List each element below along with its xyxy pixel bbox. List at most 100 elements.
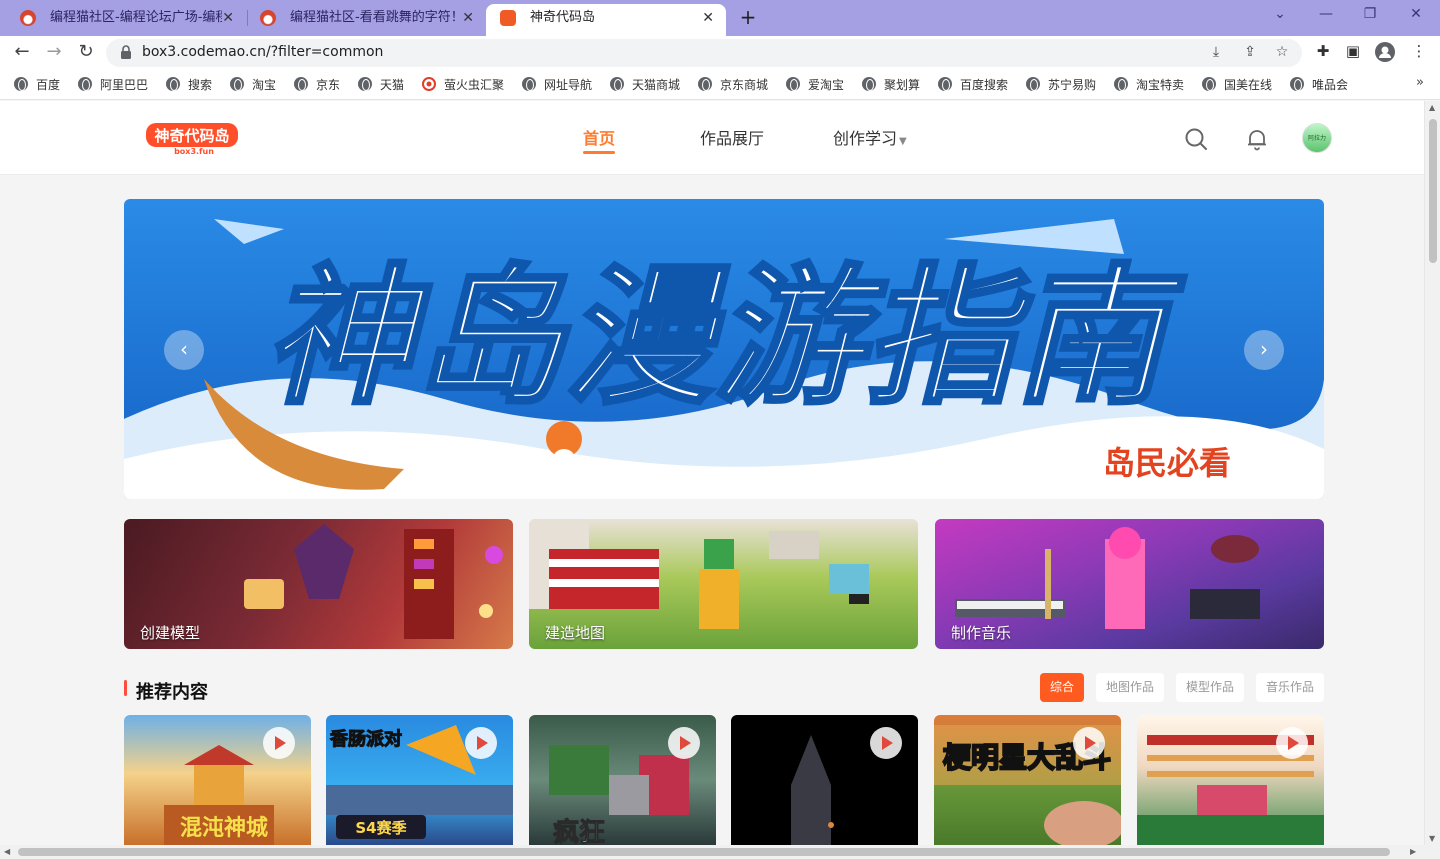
nav-learn[interactable]: 创作学习 ▼: [833, 125, 907, 149]
globe-icon: [1026, 77, 1040, 91]
play-icon[interactable]: [1073, 727, 1105, 759]
scroll-right-arrow-icon[interactable]: ▶: [1410, 847, 1416, 856]
bookmark-item[interactable]: 爱淘宝: [786, 76, 844, 93]
close-tab-icon[interactable]: ✕: [222, 4, 234, 32]
tab-codemao-forum[interactable]: 编程猫社区-编程论坛广场-编程学 ✕: [6, 4, 246, 36]
globe-icon: [1202, 77, 1216, 91]
bookmark-item[interactable]: 京东商城: [698, 76, 768, 93]
horizontal-scrollbar[interactable]: ◀ ▶: [0, 845, 1440, 859]
bookmark-item[interactable]: 天猫商城: [610, 76, 680, 93]
profile-icon[interactable]: [1374, 42, 1396, 64]
category-card-map[interactable]: 建造地图: [529, 519, 918, 649]
minimize-icon[interactable]: —: [1316, 6, 1336, 22]
bookmark-item[interactable]: 聚划算: [862, 76, 920, 93]
install-app-icon[interactable]: ⤓: [1206, 44, 1226, 62]
scroll-down-arrow-icon[interactable]: ▼: [1429, 834, 1435, 843]
filter-all[interactable]: 综合: [1040, 673, 1085, 702]
play-icon[interactable]: [465, 727, 497, 759]
close-window-icon[interactable]: ✕: [1406, 6, 1426, 22]
restore-icon[interactable]: ❐: [1360, 6, 1380, 22]
user-avatar[interactable]: 阿拉力: [1302, 123, 1332, 153]
globe-icon: [166, 77, 180, 91]
scrollbar-thumb[interactable]: [1429, 119, 1437, 263]
play-icon[interactable]: [1276, 727, 1308, 759]
bookmark-item[interactable]: 天猫: [358, 76, 404, 93]
section-title: 推荐内容: [136, 682, 208, 703]
bookmark-item[interactable]: 淘宝特卖: [1114, 76, 1184, 93]
banner-dot-active[interactable]: [728, 467, 736, 475]
bookmark-item[interactable]: 百度搜索: [938, 76, 1008, 93]
share-icon[interactable]: ⇪: [1240, 44, 1260, 62]
browser-menu-icon[interactable]: ⋮: [1408, 42, 1430, 64]
globe-icon: [862, 77, 876, 91]
codemao-cat-icon: [20, 10, 36, 26]
tab-box3[interactable]: 神奇代码岛 ✕: [486, 4, 726, 36]
svg-text:S4赛季: S4赛季: [355, 819, 406, 837]
category-card-music[interactable]: 制作音乐: [935, 519, 1324, 649]
address-bar[interactable]: box3.codemao.cn/?filter=common ⤓ ⇪ ☆: [106, 39, 1302, 67]
lock-icon: [121, 45, 131, 59]
bookmark-item[interactable]: 淘宝: [230, 76, 276, 93]
bookmark-item[interactable]: 萤火虫汇聚: [422, 76, 504, 93]
globe-icon: [14, 77, 28, 91]
banner-dot[interactable]: [712, 467, 720, 475]
filter-music[interactable]: 音乐作品: [1256, 673, 1325, 702]
bookmark-item[interactable]: 搜索: [166, 76, 212, 93]
content-thumbnail[interactable]: 混沌神城: [124, 715, 311, 845]
filter-models[interactable]: 模型作品: [1176, 673, 1245, 702]
content-thumbnail[interactable]: [731, 715, 918, 845]
search-icon[interactable]: [1184, 127, 1208, 151]
bookmark-item[interactable]: 百度: [14, 76, 60, 93]
content-thumbnail[interactable]: 疯狂: [529, 715, 716, 845]
vertical-scrollbar[interactable]: ▲ ▼: [1424, 101, 1440, 845]
bookmark-item[interactable]: 苏宁易购: [1026, 76, 1096, 93]
bell-icon[interactable]: [1245, 127, 1269, 151]
scroll-left-arrow-icon[interactable]: ◀: [4, 847, 10, 856]
globe-icon: [1114, 77, 1128, 91]
bookmark-item[interactable]: 国美在线: [1202, 76, 1272, 93]
back-arrow-icon[interactable]: ←: [10, 40, 34, 64]
content-thumbnail[interactable]: 香肠派对 S4赛季: [326, 715, 513, 845]
tab-codemao-dance[interactable]: 编程猫社区-看看跳舞的字符！! ✕: [246, 4, 486, 36]
tab-search-chevron-icon[interactable]: ⌄: [1270, 6, 1290, 22]
new-tab-button[interactable]: +: [736, 4, 760, 30]
play-icon[interactable]: [870, 727, 902, 759]
more-bookmarks-chevron-icon[interactable]: »: [1416, 75, 1424, 90]
filter-maps[interactable]: 地图作品: [1096, 673, 1165, 702]
nav-gallery[interactable]: 作品展厅: [700, 125, 764, 149]
scroll-up-arrow-icon[interactable]: ▲: [1429, 103, 1435, 112]
hero-banner[interactable]: 神岛漫游指南 岛民必看 ‹ ›: [124, 199, 1324, 499]
site-header: 神奇代码岛 box3.fun 首页 作品展厅 创作学习 ▼ 阿拉力: [0, 101, 1424, 175]
play-icon[interactable]: [263, 727, 295, 759]
banner-next-button[interactable]: ›: [1244, 330, 1284, 370]
url-text: box3.codemao.cn/?filter=common: [142, 44, 384, 60]
site-logo[interactable]: 神奇代码岛 box3.fun: [144, 121, 240, 155]
content-thumbnail[interactable]: 梗明星大乱斗: [934, 715, 1121, 845]
codemao-cat-icon: [260, 10, 276, 26]
browser-toolbar: ← → ↻ box3.codemao.cn/?filter=common ⤓ ⇪…: [0, 36, 1440, 70]
bookmark-item[interactable]: 京东: [294, 76, 340, 93]
play-icon[interactable]: [668, 727, 700, 759]
banner-prev-button[interactable]: ‹: [164, 330, 204, 370]
bookmark-item[interactable]: 网址导航: [522, 76, 592, 93]
nav-home[interactable]: 首页: [583, 125, 615, 149]
side-panel-icon[interactable]: ▣: [1342, 42, 1364, 64]
globe-icon: [294, 77, 308, 91]
section-accent-bar: [124, 680, 127, 696]
scrollbar-thumb[interactable]: [18, 848, 1390, 856]
firefly-icon: [422, 77, 436, 91]
forward-arrow-icon[interactable]: →: [42, 40, 66, 64]
close-tab-icon[interactable]: ✕: [462, 4, 474, 32]
bookmark-item[interactable]: 唯品会: [1290, 76, 1348, 93]
globe-icon: [78, 77, 92, 91]
close-tab-icon[interactable]: ✕: [702, 4, 714, 32]
category-card-model[interactable]: 创建模型: [124, 519, 513, 649]
extensions-puzzle-icon[interactable]: ✚: [1312, 42, 1334, 64]
tab-title: 编程猫社区-编程论坛广场-编程学: [50, 10, 222, 25]
reload-icon[interactable]: ↻: [74, 40, 98, 64]
globe-icon: [522, 77, 536, 91]
svg-text:box3.fun: box3.fun: [174, 147, 214, 155]
bookmark-item[interactable]: 阿里巴巴: [78, 76, 148, 93]
content-thumbnail[interactable]: [1137, 715, 1324, 845]
bookmark-star-icon[interactable]: ☆: [1272, 44, 1292, 62]
